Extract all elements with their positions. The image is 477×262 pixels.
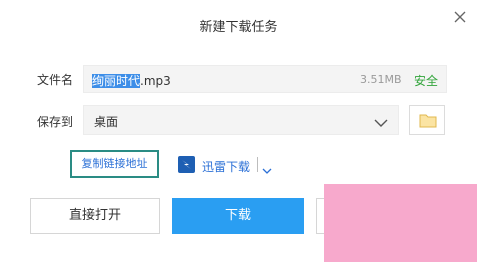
filename-field[interactable]: 绚丽时代.mp3 3.51MB 安全	[83, 65, 447, 93]
new-download-dialog: 新建下载任务 文件名 绚丽时代.mp3 3.51MB 安全 保存到 桌面 复制链…	[0, 0, 477, 262]
overlay-block	[324, 184, 477, 262]
download-button[interactable]: 下载	[172, 198, 304, 234]
folder-icon	[419, 114, 437, 128]
safe-badge: 安全	[414, 74, 439, 88]
chevron-down-icon[interactable]	[374, 114, 388, 127]
save-path-value: 桌面	[94, 115, 119, 129]
xunlei-download-label: 迅雷下载	[202, 160, 251, 174]
filename-selected-text: 绚丽时代	[92, 74, 141, 88]
extra-button[interactable]	[316, 198, 324, 234]
copy-link-button[interactable]: 复制链接地址	[70, 150, 159, 178]
open-directly-button[interactable]: 直接打开	[30, 198, 160, 234]
dialog-title: 新建下载任务	[199, 20, 278, 35]
filename-text: 绚丽时代.mp3	[92, 72, 171, 89]
close-icon[interactable]	[452, 9, 468, 25]
xunlei-logo-icon	[178, 156, 195, 173]
divider	[257, 157, 258, 172]
browse-folder-button[interactable]	[409, 105, 445, 135]
chevron-down-icon[interactable]	[262, 160, 272, 174]
file-size: 3.51MB	[360, 73, 402, 86]
save-to-label: 保存到	[37, 115, 74, 129]
filename-extension: .mp3	[140, 74, 171, 88]
filename-label: 文件名	[37, 73, 74, 87]
save-path-select[interactable]: 桌面	[83, 105, 399, 135]
